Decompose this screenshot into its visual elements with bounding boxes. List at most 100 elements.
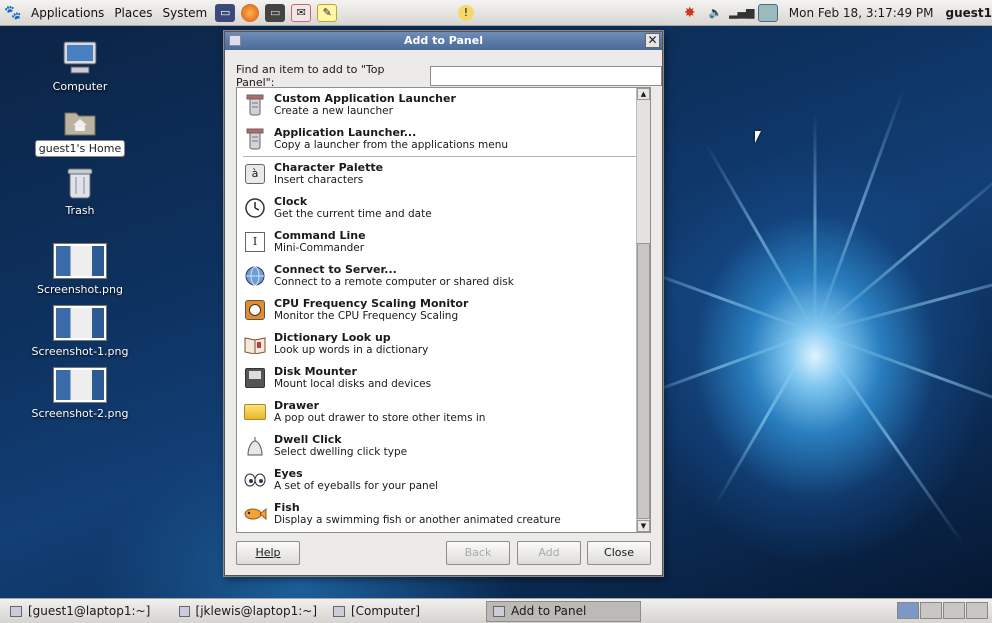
list-item[interactable]: CPU Frequency Scaling Monitor Monitor the… xyxy=(237,293,650,327)
bottom-taskbar: [guest1@laptop1:~] [jklewis@laptop1:~] [… xyxy=(0,598,992,623)
item-title: Eyes xyxy=(274,467,303,480)
list-scrollbar[interactable]: ▲ ▼ xyxy=(636,88,650,532)
desktop-icon-label: Screenshot-1.png xyxy=(31,345,129,358)
item-description: Look up words in a dictionary xyxy=(274,344,429,356)
desktop-icon-screenshot-1[interactable]: Screenshot-1.png xyxy=(20,305,140,359)
list-item[interactable]: Dictionary Look up Look up words in a dic… xyxy=(237,327,650,361)
item-title: CPU Frequency Scaling Monitor xyxy=(274,297,469,310)
desktop-icon-trash[interactable]: Trash xyxy=(20,166,140,218)
item-description: Insert characters xyxy=(274,174,364,186)
item-title: Command Line xyxy=(274,229,366,242)
taskbar-item-computer[interactable]: [Computer] xyxy=(327,601,482,622)
cpu-monitor-icon xyxy=(243,298,267,322)
item-title: Clock xyxy=(274,195,308,208)
computer-icon xyxy=(333,605,345,617)
system-menu[interactable]: System xyxy=(157,0,212,26)
item-title: Connect to Server... xyxy=(274,263,397,276)
clock-icon xyxy=(243,196,267,220)
find-item-input[interactable] xyxy=(429,66,662,86)
scroll-down-arrow-icon[interactable]: ▼ xyxy=(637,520,650,532)
close-button[interactable]: Close xyxy=(587,541,651,565)
terminal-launcher-icon[interactable]: ▭ xyxy=(215,3,236,22)
terminal-icon xyxy=(10,605,22,617)
list-item[interactable]: I Command Line Mini-Commander xyxy=(237,225,650,259)
list-item[interactable]: Drawer A pop out drawer to store other it… xyxy=(237,395,650,429)
item-description: A pop out drawer to store other items in xyxy=(274,412,486,424)
list-item[interactable]: Disk Mounter Mount local disks and device… xyxy=(237,361,650,395)
workspace-4[interactable] xyxy=(966,602,988,619)
scroll-up-arrow-icon[interactable]: ▲ xyxy=(637,88,650,100)
list-item[interactable]: Dwell Click Select dwelling click type xyxy=(237,429,650,463)
image-icon xyxy=(53,305,107,341)
add-button[interactable]: Add xyxy=(517,541,581,565)
image-icon xyxy=(53,243,107,279)
help-button[interactable]: Help xyxy=(236,541,300,565)
mail-launcher-icon[interactable]: ✉ xyxy=(291,3,312,22)
workspace-2[interactable] xyxy=(920,602,942,619)
battery-icon[interactable] xyxy=(757,3,778,22)
dialog-titlebar[interactable]: Add to Panel ✕ xyxy=(225,32,662,50)
list-item[interactable]: Clock Get the current time and date xyxy=(237,191,650,225)
item-description: Copy a launcher from the applications me… xyxy=(274,139,509,151)
dwell-click-icon xyxy=(243,434,267,458)
dictionary-icon xyxy=(243,332,267,356)
list-item[interactable]: Eyes A set of eyeballs for your panel xyxy=(237,463,650,497)
workspace-switcher xyxy=(896,602,988,619)
back-button[interactable]: Back xyxy=(446,541,510,565)
panel-items-list[interactable]: Custom Application Launcher Create a new … xyxy=(236,87,651,533)
workspace-3[interactable] xyxy=(943,602,965,619)
close-icon[interactable]: ✕ xyxy=(645,33,660,48)
list-item[interactable]: Application Launcher... Copy a launcher f… xyxy=(237,122,650,156)
launcher-icon xyxy=(243,127,267,151)
item-title: Character Palette xyxy=(274,161,384,174)
item-title: Application Launcher... xyxy=(274,126,417,139)
applications-menu[interactable]: Applications xyxy=(26,0,109,26)
top-panel: 🐾 Applications Places System ▭ ▭ ✉ ✎ ! ✸… xyxy=(0,0,992,26)
list-item[interactable]: Fish Display a swimming fish or another a… xyxy=(237,497,650,531)
item-title: Disk Mounter xyxy=(274,365,357,378)
find-label: Find an item to add to "Top Panel": xyxy=(236,63,385,89)
find-row: Find an item to add to "Top Panel": xyxy=(236,63,662,89)
launcher-icon xyxy=(243,93,267,117)
user-menu[interactable]: guest1 xyxy=(946,6,992,20)
taskbar-item-add-to-panel[interactable]: Add to Panel xyxy=(486,600,641,622)
item-description: Connect to a remote computer or shared d… xyxy=(274,276,514,288)
item-title: Custom Application Launcher xyxy=(274,92,456,105)
mouse-cursor xyxy=(755,131,761,143)
eyes-icon xyxy=(243,468,267,492)
scrollbar-thumb[interactable] xyxy=(637,243,650,519)
gnome-foot-icon[interactable]: 🐾 xyxy=(3,4,23,22)
desktop-icon-label: guest1's Home xyxy=(34,140,126,157)
list-item[interactable]: à Character Palette Insert characters xyxy=(237,157,650,191)
taskbar-item-terminal-jklewis[interactable]: [jklewis@laptop1:~] xyxy=(173,601,323,622)
desktop-icon-screenshot-2[interactable]: Screenshot-2.png xyxy=(20,367,140,421)
update-notifier-icon[interactable]: ! xyxy=(458,4,474,21)
text-editor-launcher-icon[interactable]: ✎ xyxy=(317,3,338,22)
window-menu-icon[interactable] xyxy=(229,35,241,46)
item-description: Monitor the CPU Frequency Scaling xyxy=(274,310,459,322)
clock[interactable]: Mon Feb 18, 3:17:49 PM xyxy=(789,6,934,20)
add-to-panel-dialog: Add to Panel ✕ Find an item to add to "T… xyxy=(224,31,663,576)
screen-launcher-icon[interactable]: ▭ xyxy=(265,3,286,22)
item-description: Mount local disks and devices xyxy=(274,378,432,390)
desktop-icon-home[interactable]: guest1's Home xyxy=(20,107,140,157)
item-description: Get the current time and date xyxy=(274,208,432,220)
list-item[interactable]: Custom Application Launcher Create a new … xyxy=(237,88,650,122)
desktop-icon-screenshot[interactable]: Screenshot.png xyxy=(20,243,140,297)
taskbar-item-terminal-guest1[interactable]: [guest1@laptop1:~] xyxy=(4,601,169,622)
network-signal-icon[interactable]: ▂▄▆ xyxy=(729,4,754,22)
workspace-1[interactable] xyxy=(897,602,919,619)
alert-icon[interactable]: ✸ xyxy=(680,4,700,22)
desktop-icon-label: Computer xyxy=(52,80,108,93)
item-title: Drawer xyxy=(274,399,320,412)
terminal-icon xyxy=(179,605,190,617)
disk-icon xyxy=(243,366,267,390)
item-description: A set of eyeballs for your panel xyxy=(274,480,439,492)
list-item[interactable]: Connect to Server... Connect to a remote … xyxy=(237,259,650,293)
places-menu[interactable]: Places xyxy=(109,0,157,26)
network-server-icon xyxy=(243,264,267,288)
volume-icon[interactable]: 🔈 xyxy=(706,4,726,22)
dialog-icon xyxy=(493,605,505,617)
firefox-launcher-icon[interactable] xyxy=(241,3,260,22)
desktop-icon-computer[interactable]: Computer xyxy=(20,40,140,94)
